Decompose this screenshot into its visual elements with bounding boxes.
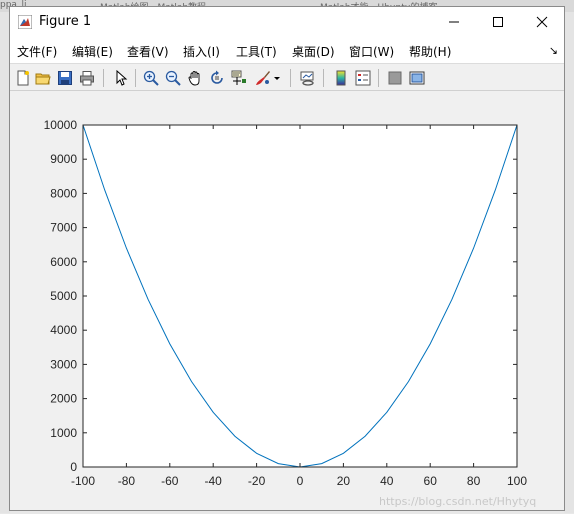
y-tick-label: 8000	[50, 186, 77, 200]
rotate-3d-button[interactable]	[208, 69, 226, 87]
minimize-icon	[449, 21, 459, 23]
toolbar-separator	[323, 69, 324, 87]
x-tick-label: 60	[424, 474, 438, 488]
y-tick-label: 10000	[44, 118, 78, 132]
save-button[interactable]	[56, 69, 74, 87]
watermark-text: https://blog.csdn.net/Hhytyq	[379, 495, 537, 508]
toolbar-separator	[290, 69, 291, 87]
hide-plot-tools-icon	[388, 71, 402, 85]
zoom-out-button[interactable]	[164, 69, 182, 87]
x-tick-label: -60	[161, 474, 179, 488]
x-tick-label: -100	[71, 474, 95, 488]
legend-icon	[355, 70, 371, 86]
toolbar-separator	[378, 69, 379, 87]
new-figure-button[interactable]	[14, 69, 32, 87]
menu-help[interactable]: 帮助(H)	[409, 43, 451, 60]
brush-icon	[256, 71, 270, 85]
y-tick-label: 5000	[50, 289, 77, 303]
open-file-icon	[35, 73, 51, 85]
menu-window[interactable]: 窗口(W)	[349, 43, 394, 60]
close-button[interactable]	[520, 7, 564, 37]
y-tick-label: 6000	[50, 255, 77, 269]
y-tick-label: 7000	[50, 221, 77, 235]
brush-dropdown-icon	[274, 77, 280, 80]
x-tick-label: -20	[248, 474, 266, 488]
x-tick-label: -80	[118, 474, 136, 488]
line-chart[interactable]: -100 -80 -60 -40 -20 0 20 40 60 80 100010002000300…	[10, 91, 564, 510]
close-icon	[536, 16, 548, 28]
select-arrow-icon	[116, 70, 128, 86]
link-plot-button[interactable]	[299, 69, 317, 87]
figure-toolbar	[10, 63, 564, 91]
menu-edit[interactable]: 编辑(E)	[72, 43, 113, 60]
x-tick-label: 20	[337, 474, 351, 488]
x-tick-label: 80	[467, 474, 481, 488]
zoom-in-button[interactable]	[142, 69, 160, 87]
menu-desktop[interactable]: 桌面(D)	[292, 43, 335, 60]
background-right-edge	[564, 12, 574, 513]
menu-bar: 文件(F) 编辑(E) 查看(V) 插入(I) 工具(T) 桌面(D) 窗口(W…	[10, 37, 564, 63]
maximize-icon	[493, 17, 503, 27]
zoom-out-icon	[165, 70, 181, 86]
new-figure-icon	[17, 70, 29, 86]
edit-plot-button[interactable]	[112, 69, 130, 87]
link-plot-icon	[300, 71, 314, 86]
print-button[interactable]	[78, 69, 96, 87]
y-tick-label: 4000	[50, 323, 77, 337]
y-tick-label: 2000	[50, 392, 77, 406]
zoom-in-icon	[143, 70, 159, 86]
pan-hand-icon	[188, 71, 200, 86]
y-tick-label: 1000	[50, 426, 77, 440]
data-cursor-button[interactable]	[230, 69, 248, 87]
show-plot-tools-icon	[409, 71, 425, 85]
insert-colorbar-button[interactable]	[332, 69, 350, 87]
toolbar-separator	[103, 69, 104, 87]
menu-file[interactable]: 文件(F)	[17, 43, 57, 60]
minimize-button[interactable]	[432, 7, 476, 37]
toolbar-separator	[135, 69, 136, 87]
show-plot-tools-button[interactable]	[408, 69, 426, 87]
plot-area-background[interactable]	[83, 125, 517, 467]
brush-button[interactable]	[254, 69, 272, 87]
rotate-3d-icon	[211, 70, 223, 84]
figure-canvas-area: -100 -80 -60 -40 -20 0 20 40 60 80 100 0 1000 2000 300…	[10, 91, 564, 510]
matlab-logo-icon	[18, 15, 32, 29]
open-file-button[interactable]	[34, 69, 52, 87]
save-icon	[58, 71, 72, 85]
menu-overflow-icon[interactable]: ↘	[549, 44, 558, 57]
data-cursor-icon	[231, 70, 246, 85]
y-tick-label: 0	[70, 460, 77, 474]
maximize-button[interactable]	[476, 7, 520, 37]
x-tick-label: 100	[507, 474, 527, 488]
x-tick-label: 0	[297, 474, 304, 488]
y-tick-label: 9000	[50, 152, 77, 166]
title-bar[interactable]: Figure 1	[10, 7, 564, 37]
figure-window: Figure 1 文件(F) 编辑(E) 查看(V) 插入(I) 工具(T) 桌…	[9, 6, 565, 511]
pan-button[interactable]	[186, 69, 204, 87]
x-tick-label: -40	[205, 474, 223, 488]
window-title: Figure 1	[39, 14, 92, 29]
menu-view[interactable]: 查看(V)	[127, 43, 169, 60]
brush-dropdown-button[interactable]	[272, 69, 282, 87]
colorbar-icon	[336, 70, 346, 86]
y-tick-label: 3000	[50, 357, 77, 371]
insert-legend-button[interactable]	[354, 69, 372, 87]
hide-plot-tools-button[interactable]	[386, 69, 404, 87]
menu-tools[interactable]: 工具(T)	[236, 43, 277, 60]
print-icon	[80, 71, 94, 86]
menu-insert[interactable]: 插入(I)	[183, 43, 220, 60]
x-tick-label: 40	[380, 474, 394, 488]
